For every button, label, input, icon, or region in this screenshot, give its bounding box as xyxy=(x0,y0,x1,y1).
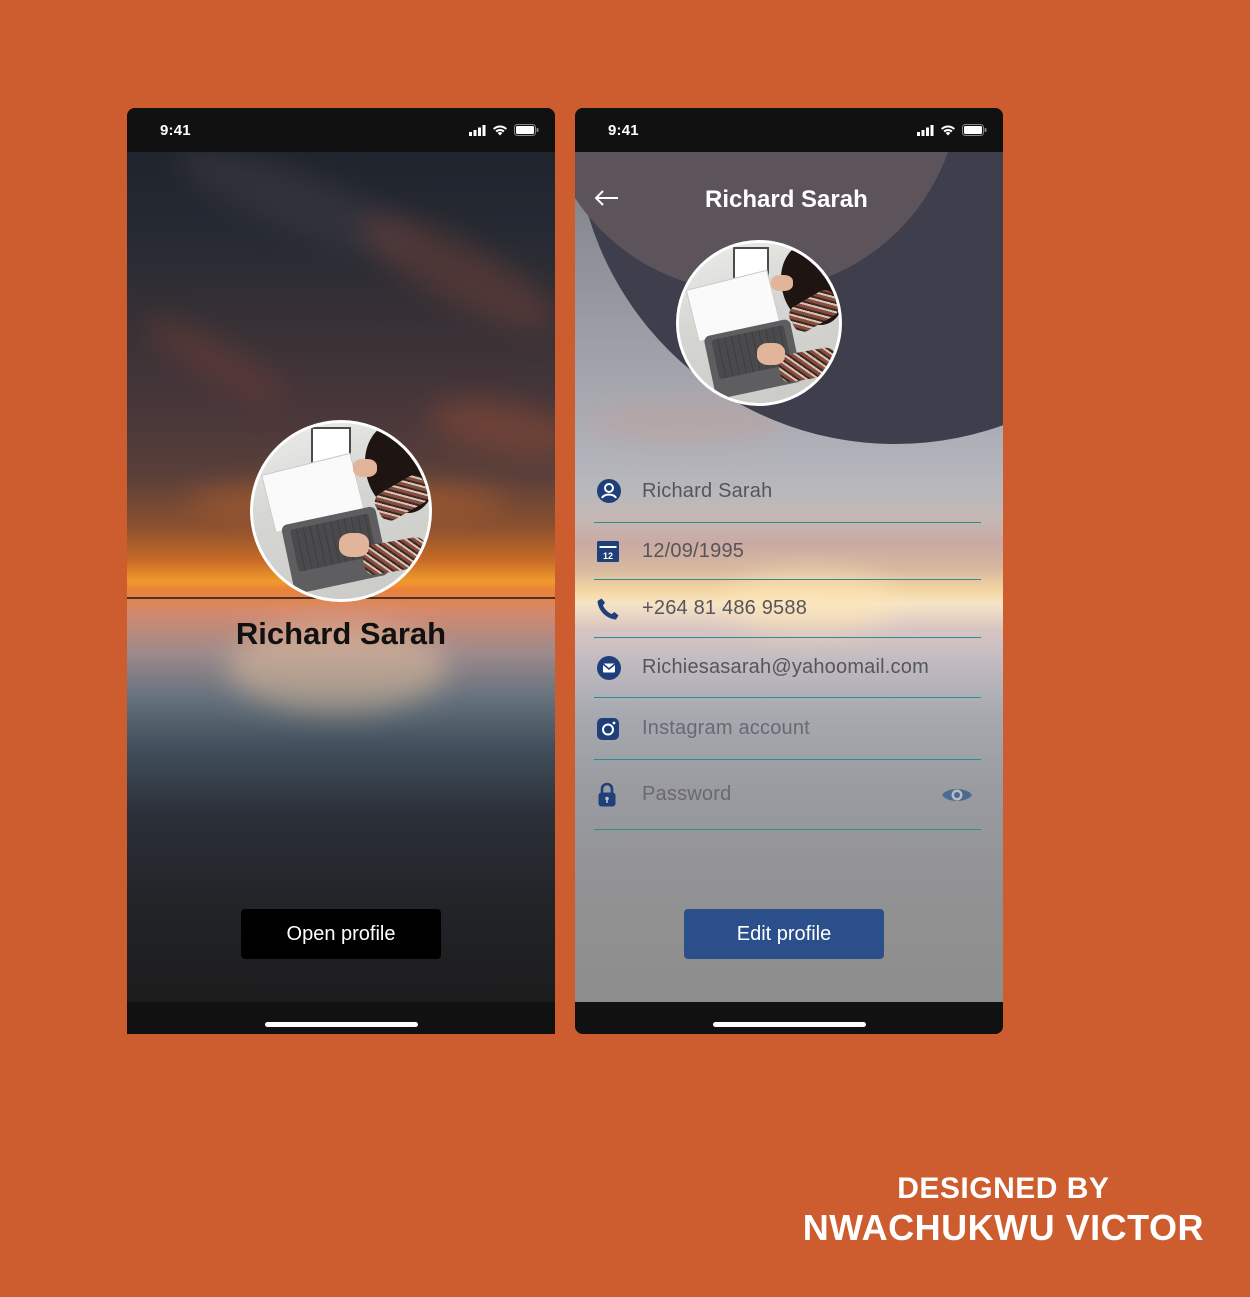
lock-icon xyxy=(596,782,624,808)
home-bar xyxy=(127,1002,555,1034)
phone-icon xyxy=(596,597,624,621)
dob-value: 12/09/1995 xyxy=(642,539,745,562)
email-value: Richiesasarah@yahoomail.com xyxy=(642,656,929,678)
status-icons xyxy=(917,124,987,136)
page-title: Richard Sarah xyxy=(705,186,868,213)
home-bar xyxy=(575,1002,1003,1034)
instagram-icon xyxy=(596,717,624,741)
instagram-field[interactable]: Instagram account xyxy=(594,698,981,760)
signal-icon xyxy=(917,124,934,136)
name-value: Richard Sarah xyxy=(642,479,773,502)
credit-line-1: DESIGNED BY xyxy=(897,1172,1110,1205)
email-field[interactable]: Richiesasarah@yahoomail.com xyxy=(594,638,981,698)
user-icon xyxy=(596,478,624,504)
edit-profile-button[interactable]: Edit profile xyxy=(684,909,884,959)
wifi-icon xyxy=(493,125,507,135)
status-bar: 9:41 xyxy=(575,108,1003,152)
password-placeholder: Password xyxy=(642,783,732,805)
eye-icon[interactable] xyxy=(941,785,973,805)
avatar-hand xyxy=(771,275,793,291)
dob-field[interactable]: 12 12/09/1995 xyxy=(594,523,981,580)
home-indicator[interactable] xyxy=(713,1022,866,1027)
battery-icon xyxy=(514,124,539,136)
mail-icon xyxy=(596,655,624,681)
calendar-icon-text: 12 xyxy=(603,551,613,561)
profile-preview-screen: 9:41 Richard Sarah Open profile xyxy=(127,108,555,1034)
avatar-hand xyxy=(353,459,377,477)
avatar-hand xyxy=(757,343,785,365)
open-profile-button[interactable]: Open profile xyxy=(241,909,441,959)
cloud xyxy=(423,389,555,465)
profile-name: Richard Sarah xyxy=(235,616,447,651)
cloud xyxy=(345,193,555,351)
status-time: 9:41 xyxy=(160,122,191,139)
password-field[interactable]: Password xyxy=(594,760,981,830)
profile-avatar[interactable] xyxy=(676,240,842,406)
status-time: 9:41 xyxy=(608,122,639,139)
cloud xyxy=(137,304,297,420)
avatar-hand xyxy=(339,533,369,557)
wifi-icon xyxy=(941,125,955,135)
edit-profile-header: Richard Sarah xyxy=(575,178,1003,218)
status-icons xyxy=(469,124,539,136)
edit-profile-screen: 9:41 Richard Sarah Richard Sarah 12 12/0… xyxy=(575,108,1003,1034)
status-bar: 9:41 xyxy=(127,108,555,152)
profile-avatar xyxy=(250,420,432,602)
signal-icon xyxy=(469,124,486,136)
home-indicator[interactable] xyxy=(265,1022,418,1027)
back-arrow-icon[interactable] xyxy=(593,184,621,212)
instagram-placeholder: Instagram account xyxy=(642,717,810,739)
battery-icon xyxy=(962,124,987,136)
profile-form: Richard Sarah 12 12/09/1995 +264 81 486 … xyxy=(594,460,981,830)
phone-value: +264 81 486 9588 xyxy=(642,597,808,619)
credit-line-2: NWACHUKWU VICTOR xyxy=(802,1206,1204,1248)
calendar-icon: 12 xyxy=(596,539,624,563)
designer-credit: DESIGNED BY NWACHUKWU VICTOR xyxy=(803,1172,1204,1248)
phone-field[interactable]: +264 81 486 9588 xyxy=(594,580,981,638)
name-field[interactable]: Richard Sarah xyxy=(594,460,981,523)
